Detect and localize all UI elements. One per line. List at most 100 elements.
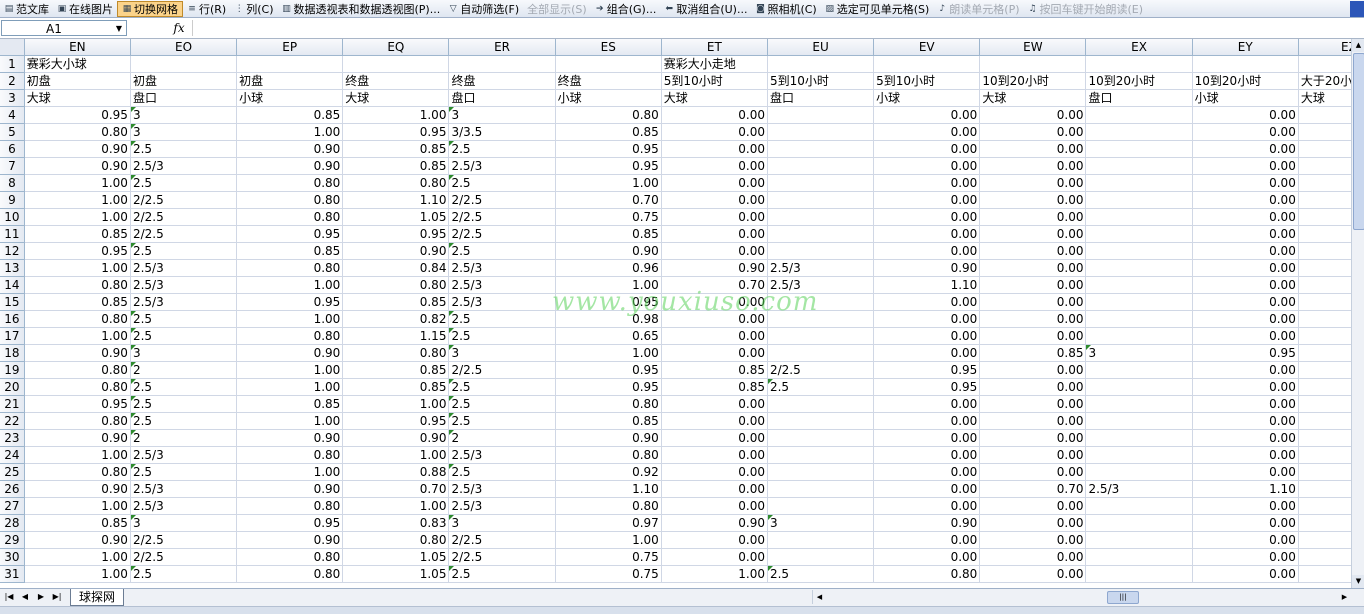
cell[interactable]: 1.00: [342, 395, 450, 413]
cell[interactable]: 0.85: [236, 395, 344, 413]
cell[interactable]: [1085, 123, 1193, 141]
cell[interactable]: 2.5: [448, 565, 556, 583]
cell[interactable]: 0.80: [24, 463, 131, 481]
cell[interactable]: 1.00: [24, 565, 131, 583]
cell[interactable]: 2.5: [448, 378, 556, 396]
cell[interactable]: 2.5: [130, 327, 238, 345]
cell[interactable]: 2.5: [130, 463, 238, 481]
toolbar-button[interactable]: ▤ 范文库: [0, 1, 53, 17]
cell[interactable]: [1085, 208, 1193, 226]
row-header[interactable]: 27: [0, 497, 25, 515]
cell[interactable]: 初盘: [236, 72, 344, 90]
cell[interactable]: 0.00: [979, 429, 1087, 447]
cell[interactable]: 0.00: [873, 191, 981, 209]
cell[interactable]: 盘口: [130, 89, 238, 107]
cell[interactable]: 0.00: [979, 310, 1087, 328]
cell[interactable]: [767, 140, 875, 158]
cell[interactable]: 0.80: [236, 174, 344, 192]
cell[interactable]: [1085, 310, 1193, 328]
cell[interactable]: 0.00: [979, 497, 1087, 515]
cell[interactable]: 0.96: [555, 259, 662, 277]
cell[interactable]: 0.00: [873, 174, 981, 192]
cell[interactable]: 3: [448, 344, 556, 362]
row-header[interactable]: 24: [0, 446, 25, 464]
cell[interactable]: 1.00: [24, 259, 131, 277]
cell[interactable]: [767, 191, 875, 209]
cell[interactable]: 1.10: [555, 480, 662, 498]
column-header[interactable]: EY: [1192, 39, 1299, 56]
cell[interactable]: [1085, 242, 1193, 260]
cell[interactable]: 大球: [979, 89, 1087, 107]
cell[interactable]: 2/2.5: [130, 225, 238, 243]
cell[interactable]: 0.00: [661, 327, 768, 345]
cell[interactable]: 0.00: [873, 225, 981, 243]
cell[interactable]: 0.00: [979, 157, 1087, 175]
cell[interactable]: 0.00: [1192, 497, 1299, 515]
cell[interactable]: 0.00: [979, 531, 1087, 549]
cell[interactable]: 0.80: [342, 174, 450, 192]
cell[interactable]: 0.80: [24, 378, 131, 396]
cell[interactable]: 0.00: [661, 548, 768, 566]
cell[interactable]: 0.00: [1192, 378, 1299, 396]
cell[interactable]: 小球: [236, 89, 344, 107]
cell[interactable]: 0.00: [873, 344, 981, 362]
cell[interactable]: 3/3.5: [448, 123, 556, 141]
cell[interactable]: 2.5/3: [130, 259, 238, 277]
cell[interactable]: 0.00: [873, 327, 981, 345]
sheet-tab[interactable]: 球探网: [70, 589, 125, 606]
cell[interactable]: 0.95: [342, 123, 450, 141]
cell[interactable]: 0.85: [661, 361, 768, 379]
cell[interactable]: 0.95: [236, 514, 344, 532]
cell[interactable]: 0.70: [342, 480, 450, 498]
cell[interactable]: 0.80: [873, 565, 981, 583]
cell[interactable]: [1085, 174, 1193, 192]
row-header[interactable]: 14: [0, 276, 25, 294]
cell[interactable]: 0.90: [555, 242, 662, 260]
cell[interactable]: 0.00: [873, 412, 981, 430]
cell[interactable]: 0.00: [873, 463, 981, 481]
cell[interactable]: [1085, 157, 1193, 175]
cell[interactable]: 0.80: [236, 548, 344, 566]
cell[interactable]: 1.10: [873, 276, 981, 294]
cell[interactable]: 2.5/3: [448, 276, 556, 294]
row-header[interactable]: 19: [0, 361, 25, 379]
cell[interactable]: 0.00: [979, 514, 1087, 532]
cell[interactable]: 0.80: [236, 208, 344, 226]
row-header[interactable]: 6: [0, 140, 25, 158]
cell[interactable]: [342, 55, 450, 73]
cell[interactable]: 0.85: [24, 514, 131, 532]
cell[interactable]: 0.00: [661, 463, 768, 481]
column-header[interactable]: EO: [130, 39, 238, 56]
horizontal-scroll-thumb[interactable]: |||: [1107, 591, 1139, 604]
cell[interactable]: [767, 174, 875, 192]
cell[interactable]: 0.80: [342, 276, 450, 294]
cell[interactable]: 0.00: [873, 208, 981, 226]
cell[interactable]: [873, 55, 981, 73]
column-header[interactable]: EV: [873, 39, 981, 56]
cell[interactable]: 2.5/3: [130, 497, 238, 515]
column-header[interactable]: EX: [1085, 39, 1193, 56]
cell[interactable]: 0.00: [661, 208, 768, 226]
cell[interactable]: 0.00: [1192, 514, 1299, 532]
cell[interactable]: 1.00: [236, 310, 344, 328]
cell[interactable]: 0.90: [236, 157, 344, 175]
cell[interactable]: 盘口: [767, 89, 875, 107]
cell[interactable]: 5到10小时: [767, 72, 875, 90]
cell[interactable]: [1085, 565, 1193, 583]
cell[interactable]: 0.00: [661, 157, 768, 175]
toolbar-button[interactable]: ▽ 自动筛选(F): [444, 1, 523, 17]
cell[interactable]: 0.84: [342, 259, 450, 277]
cell[interactable]: 1.00: [24, 174, 131, 192]
row-header[interactable]: 28: [0, 514, 25, 532]
cell[interactable]: 0.95: [24, 106, 131, 124]
cell[interactable]: 0.90: [1298, 531, 1351, 549]
cell[interactable]: 1.05: [1298, 548, 1351, 566]
cell[interactable]: 0.85: [342, 140, 450, 158]
cell[interactable]: [767, 225, 875, 243]
cell[interactable]: 0.70: [1298, 123, 1351, 141]
cell[interactable]: 0.00: [979, 242, 1087, 260]
cell[interactable]: 0.80: [342, 531, 450, 549]
cell[interactable]: 终盘: [448, 72, 556, 90]
cell[interactable]: 0.00: [1192, 327, 1299, 345]
vertical-scrollbar[interactable]: ▲ ▼: [1351, 39, 1364, 588]
